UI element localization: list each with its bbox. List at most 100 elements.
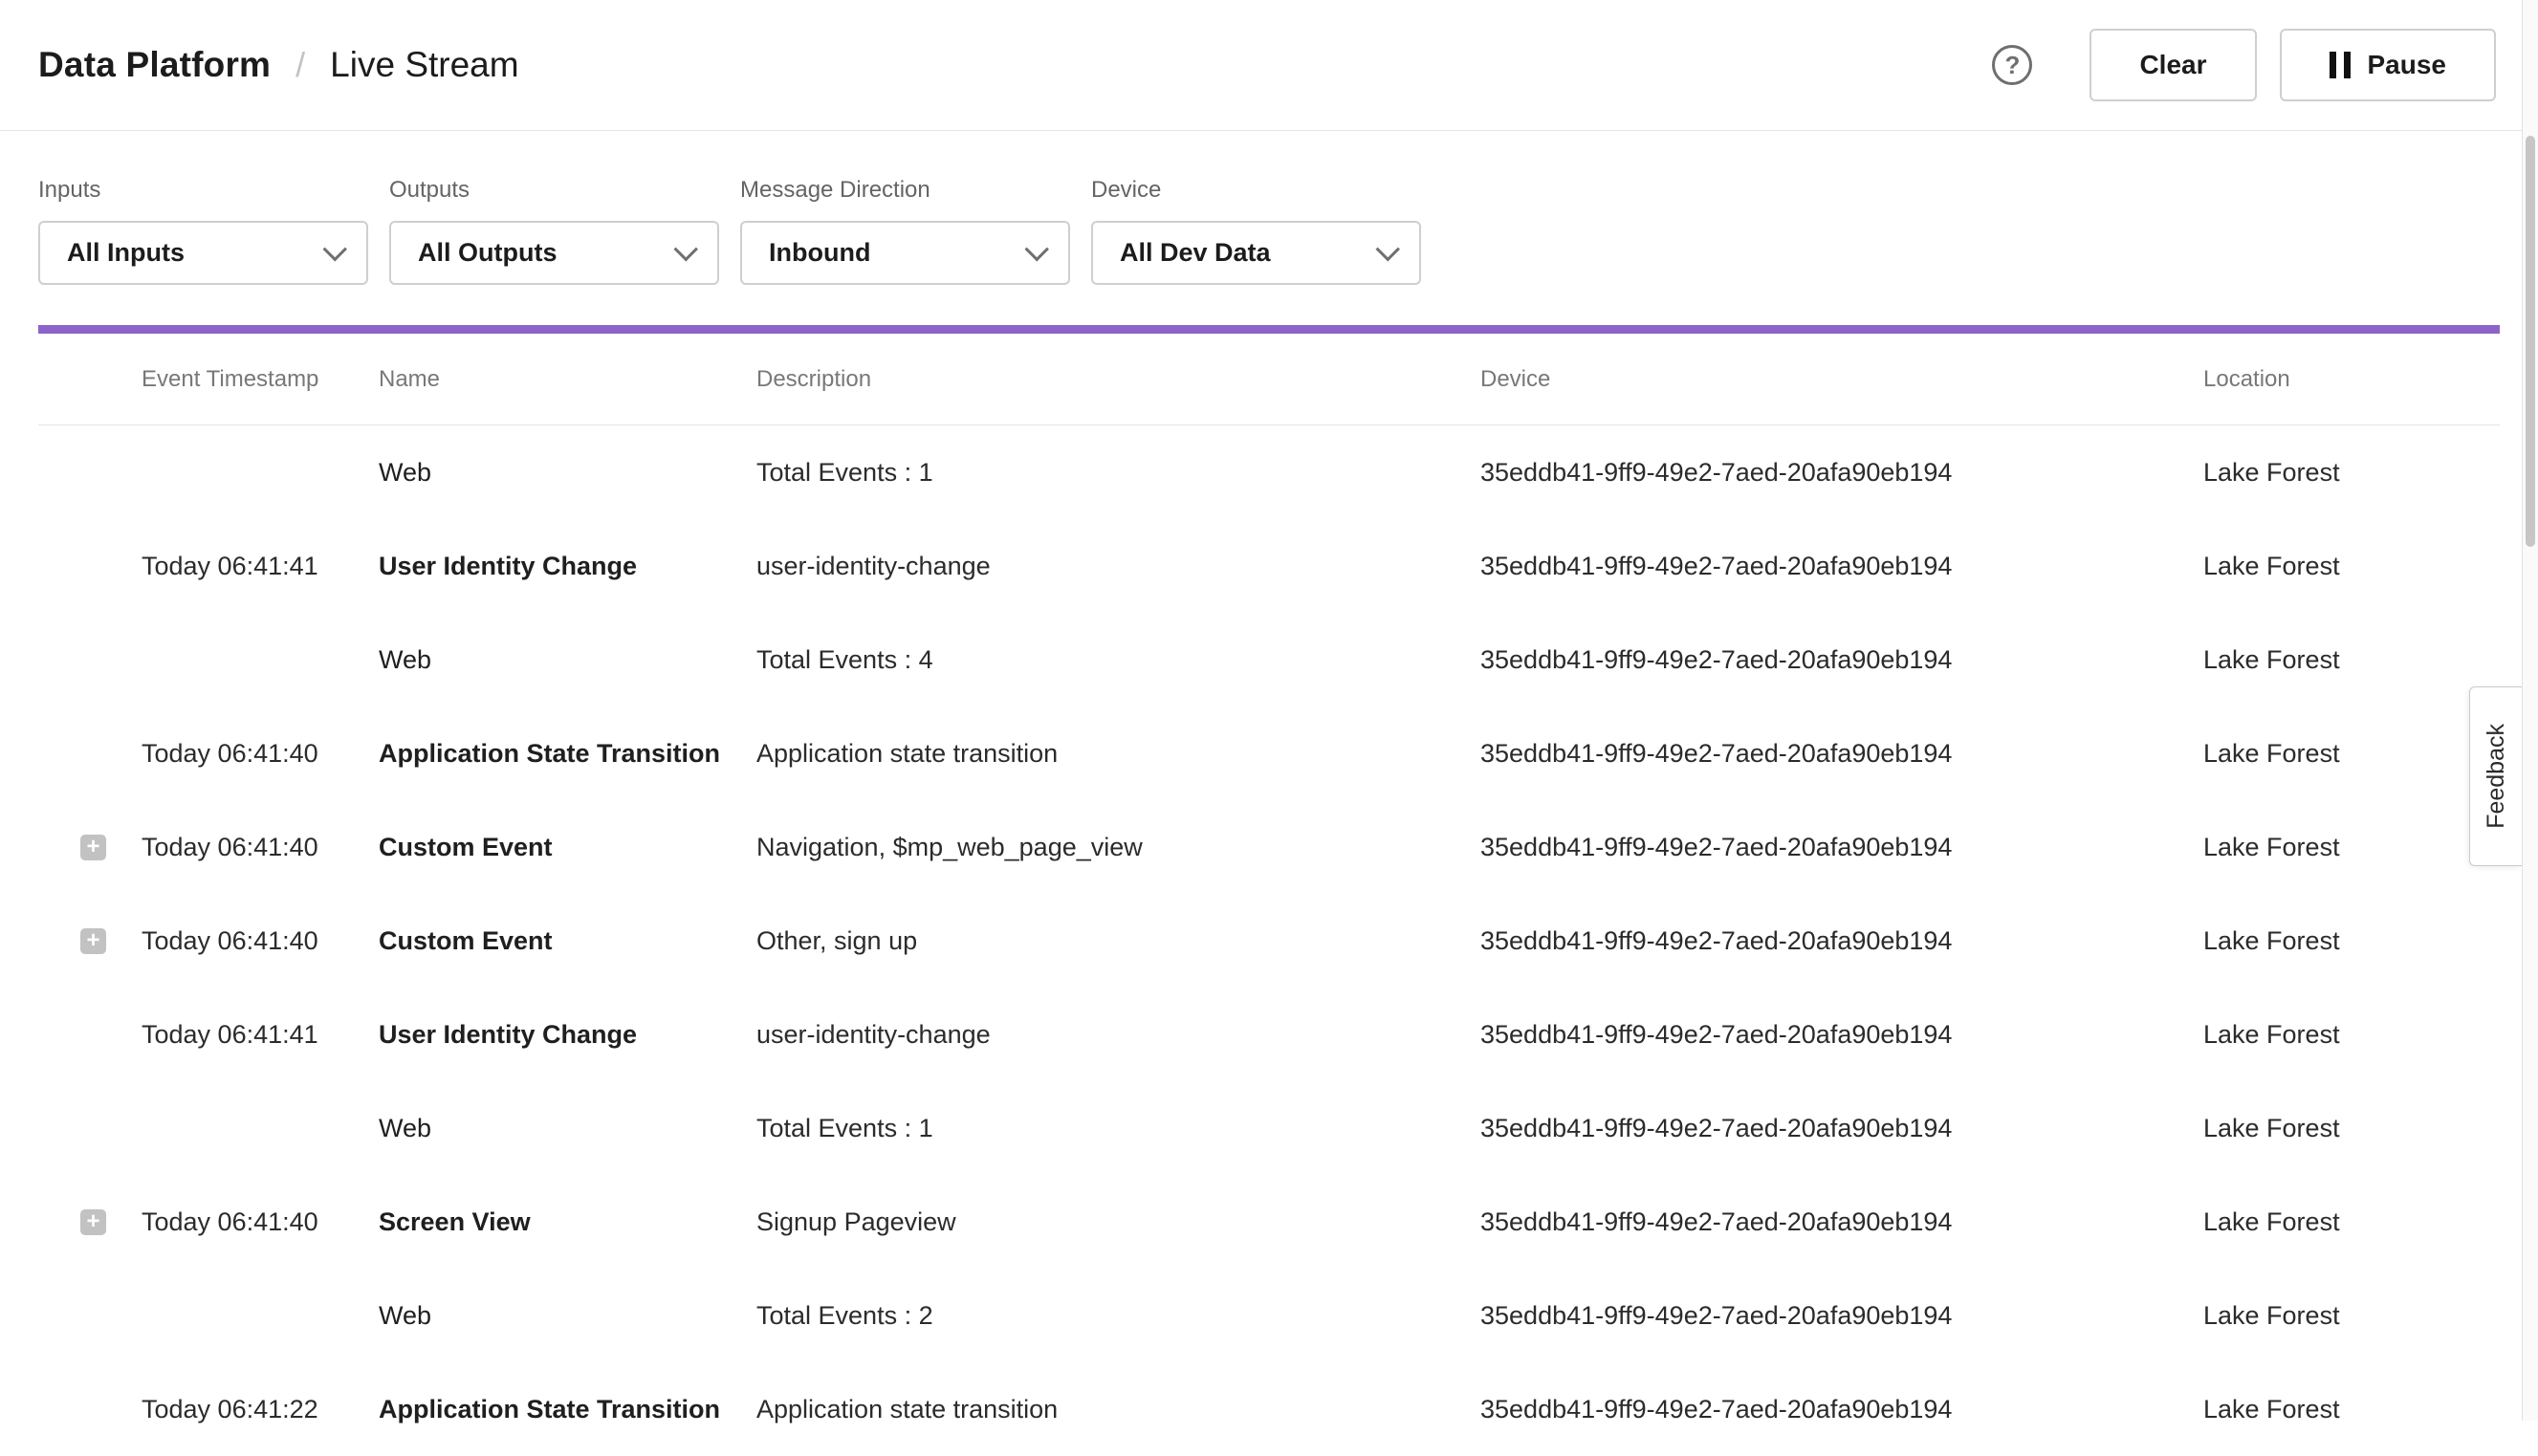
clear-button[interactable]: Clear (2089, 29, 2256, 101)
cell-location: Lake Forest (2203, 1301, 2500, 1331)
feedback-tab[interactable]: Feedback (2469, 686, 2523, 866)
event-table: Event Timestamp Name Description Device … (38, 334, 2500, 1456)
cell-name: Application State Transition (379, 1395, 756, 1424)
cell-timestamp: Today 06:41:41 (142, 1020, 379, 1050)
outputs-select[interactable]: All Outputs (389, 221, 719, 285)
chevron-down-icon (323, 237, 347, 261)
cell-description: Total Events : 1 (756, 458, 1480, 488)
cell-device: 35eddb41-9ff9-49e2-7aed-20afa90eb194 (1480, 926, 2203, 956)
table-row[interactable]: + Web Total Events : 1 35eddb41-9ff9-49e… (38, 425, 2500, 519)
cell-location: Lake Forest (2203, 1114, 2500, 1143)
cell-device: 35eddb41-9ff9-49e2-7aed-20afa90eb194 (1480, 1301, 2203, 1331)
table-row[interactable]: + Web Total Events : 2 35eddb41-9ff9-49e… (38, 1269, 2500, 1362)
table-body: + Web Total Events : 1 35eddb41-9ff9-49e… (38, 425, 2500, 1456)
cell-device: 35eddb41-9ff9-49e2-7aed-20afa90eb194 (1480, 1114, 2203, 1143)
cell-description: user-identity-change (756, 1020, 1480, 1050)
filter-outputs: Outputs All Outputs (389, 177, 719, 285)
device-select[interactable]: All Dev Data (1091, 221, 1421, 285)
cell-description: Total Events : 4 (756, 645, 1480, 675)
breadcrumb: Data Platform / Live Stream (38, 45, 519, 85)
scrollbar-thumb[interactable] (2526, 136, 2535, 547)
feedback-tab-label: Feedback (2483, 724, 2510, 829)
cell-device: 35eddb41-9ff9-49e2-7aed-20afa90eb194 (1480, 833, 2203, 862)
table-row[interactable]: + Today 06:41:40 Custom Event Other, sig… (38, 894, 2500, 988)
chevron-down-icon (674, 237, 698, 261)
filter-device: Device All Dev Data (1091, 177, 1421, 285)
outputs-select-value: All Outputs (418, 238, 557, 268)
cell-timestamp: Today 06:41:40 (142, 1207, 379, 1237)
cell-device: 35eddb41-9ff9-49e2-7aed-20afa90eb194 (1480, 458, 2203, 488)
header-button-group: Clear Pause (2089, 29, 2496, 101)
pause-icon (2330, 52, 2351, 78)
expand-icon[interactable]: + (80, 928, 106, 954)
cell-description: user-identity-change (756, 552, 1480, 581)
header: Data Platform / Live Stream ? Clear Paus… (0, 0, 2538, 131)
filter-message-direction: Message Direction Inbound (740, 177, 1070, 285)
table-row[interactable]: + Today 06:41:41 User Identity Change us… (38, 519, 2500, 613)
chevron-down-icon (1376, 237, 1400, 261)
cell-name: Screen View (379, 1207, 756, 1237)
header-event-timestamp: Event Timestamp (142, 366, 379, 393)
table-row[interactable]: + Today 06:41:40 Application State Trans… (38, 706, 2500, 800)
header-description: Description (756, 366, 1480, 393)
cell-location: Lake Forest (2203, 739, 2500, 769)
cell-timestamp: Today 06:41:40 (142, 926, 379, 956)
cell-description: Application state transition (756, 739, 1480, 769)
cell-location: Lake Forest (2203, 1020, 2500, 1050)
cell-device: 35eddb41-9ff9-49e2-7aed-20afa90eb194 (1480, 739, 2203, 769)
filter-bar: Inputs All Inputs Outputs All Outputs Me… (0, 131, 2538, 285)
filter-message-direction-label: Message Direction (740, 177, 1070, 204)
table-row[interactable]: + Web Total Events : 1 35eddb41-9ff9-49e… (38, 1081, 2500, 1175)
cell-name: User Identity Change (379, 1020, 756, 1050)
pause-button[interactable]: Pause (2280, 29, 2497, 101)
cell-name: Application State Transition (379, 739, 756, 769)
cell-device: 35eddb41-9ff9-49e2-7aed-20afa90eb194 (1480, 1207, 2203, 1237)
table-row[interactable]: + Today 06:41:22 Application State Trans… (38, 1362, 2500, 1456)
cell-timestamp: Today 06:41:22 (142, 1395, 379, 1424)
cell-name: Web (379, 1301, 756, 1331)
page-title: Live Stream (330, 45, 518, 85)
cell-timestamp: Today 06:41:41 (142, 552, 379, 581)
cell-description: Other, sign up (756, 926, 1480, 956)
clear-button-label: Clear (2139, 50, 2206, 80)
cell-device: 35eddb41-9ff9-49e2-7aed-20afa90eb194 (1480, 1395, 2203, 1424)
cell-device: 35eddb41-9ff9-49e2-7aed-20afa90eb194 (1480, 552, 2203, 581)
expand-icon[interactable]: + (80, 835, 106, 860)
filter-inputs-label: Inputs (38, 177, 368, 204)
cell-location: Lake Forest (2203, 1395, 2500, 1424)
help-icon[interactable]: ? (1992, 45, 2032, 85)
header-name: Name (379, 366, 756, 393)
cell-timestamp: Today 06:41:40 (142, 833, 379, 862)
table-row[interactable]: + Today 06:41:41 User Identity Change us… (38, 988, 2500, 1081)
breadcrumb-data-platform[interactable]: Data Platform (38, 45, 271, 85)
cell-location: Lake Forest (2203, 458, 2500, 488)
inputs-select[interactable]: All Inputs (38, 221, 368, 285)
cell-name: Web (379, 458, 756, 488)
message-direction-select-value: Inbound (769, 238, 870, 268)
breadcrumb-separator: / (295, 45, 305, 85)
table-row[interactable]: + Today 06:41:40 Screen View Signup Page… (38, 1175, 2500, 1269)
cell-location: Lake Forest (2203, 926, 2500, 956)
cell-description: Total Events : 2 (756, 1301, 1480, 1331)
cell-description: Application state transition (756, 1395, 1480, 1424)
cell-description: Signup Pageview (756, 1207, 1480, 1237)
inputs-select-value: All Inputs (67, 238, 185, 268)
cell-device: 35eddb41-9ff9-49e2-7aed-20afa90eb194 (1480, 645, 2203, 675)
device-select-value: All Dev Data (1120, 238, 1271, 268)
filter-device-label: Device (1091, 177, 1421, 204)
header-location: Location (2203, 366, 2500, 393)
table-row[interactable]: + Today 06:41:40 Custom Event Navigation… (38, 800, 2500, 894)
message-direction-select[interactable]: Inbound (740, 221, 1070, 285)
pause-button-label: Pause (2368, 50, 2447, 80)
cell-location: Lake Forest (2203, 833, 2500, 862)
table-row[interactable]: + Web Total Events : 4 35eddb41-9ff9-49e… (38, 613, 2500, 706)
expand-icon[interactable]: + (80, 1209, 106, 1235)
cell-description: Total Events : 1 (756, 1114, 1480, 1143)
filter-inputs: Inputs All Inputs (38, 177, 368, 285)
filter-outputs-label: Outputs (389, 177, 719, 204)
scrollbar-track[interactable] (2522, 0, 2538, 1421)
cell-timestamp: Today 06:41:40 (142, 739, 379, 769)
cell-name: Web (379, 1114, 756, 1143)
cell-location: Lake Forest (2203, 552, 2500, 581)
cell-device: 35eddb41-9ff9-49e2-7aed-20afa90eb194 (1480, 1020, 2203, 1050)
